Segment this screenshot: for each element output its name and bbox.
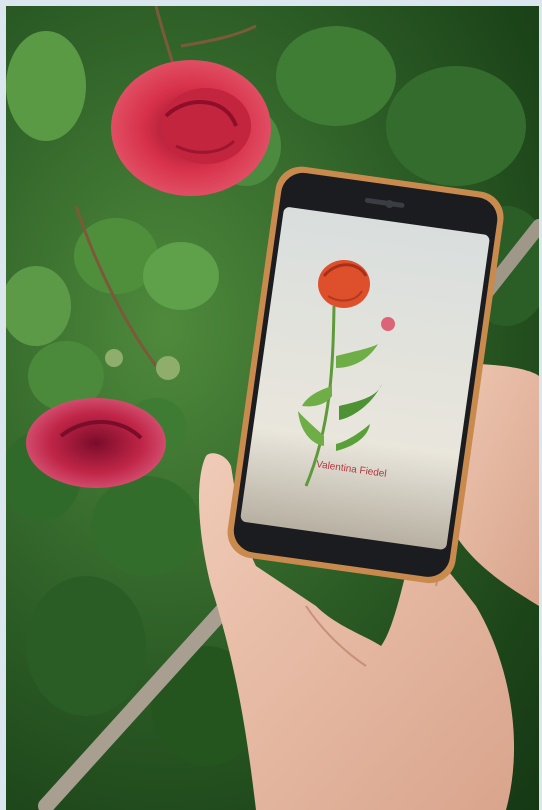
rose-bud [156, 356, 180, 380]
rose-bottom [26, 398, 166, 488]
photograph: Valentina Fiedel [6, 6, 539, 810]
photo-illustration: Valentina Fiedel [6, 6, 539, 810]
rose-top [111, 60, 271, 196]
rose-bud-small [105, 349, 123, 367]
image-frame: Valentina Fiedel [0, 0, 542, 810]
